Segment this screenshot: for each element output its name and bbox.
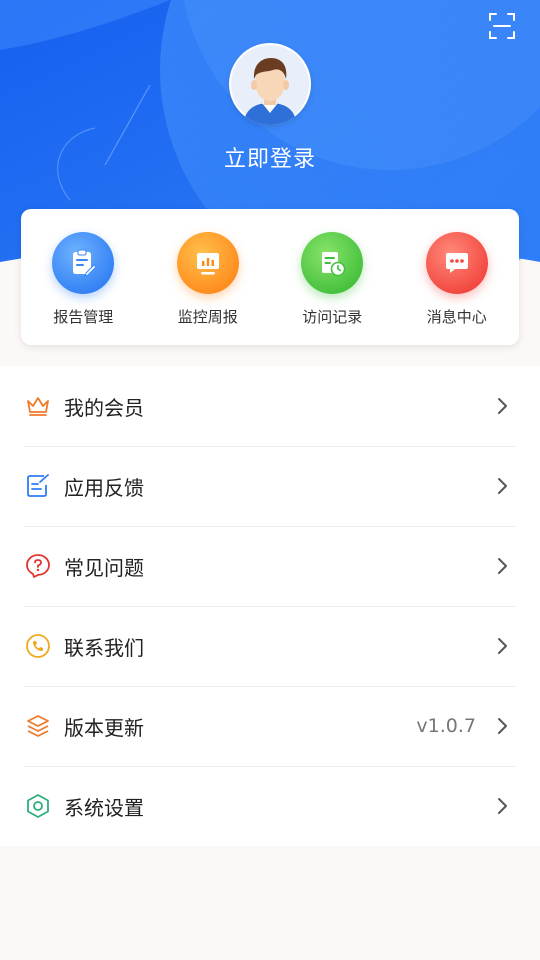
menu-item-label: 常见问题 — [64, 555, 144, 580]
quick-action-visit-records[interactable]: 访问记录 — [277, 209, 387, 345]
menu-item-label: 联系我们 — [64, 635, 144, 660]
scan-button[interactable] — [488, 12, 516, 40]
user-avatar-icon — [231, 45, 309, 125]
avatar[interactable] — [229, 43, 311, 125]
settings-menu: 我的会员 应用反馈 常见问题 联系我们 版本更新 v1.0.7 系统设置 — [0, 366, 540, 846]
question-bubble-icon — [25, 553, 51, 579]
quick-action-label: 消息中心 — [426, 308, 487, 326]
scan-icon — [489, 13, 515, 39]
menu-item-label: 系统设置 — [64, 795, 144, 820]
monitor-chart-icon — [196, 253, 219, 275]
chevron-right-icon — [498, 478, 507, 494]
menu-item-system-settings[interactable]: 系统设置 — [0, 766, 540, 846]
version-number: v1.0.7 — [416, 715, 476, 737]
edit-note-icon — [25, 473, 51, 499]
layers-icon — [25, 713, 51, 739]
login-link[interactable]: 立即登录 — [0, 141, 540, 173]
quick-icon-circle — [52, 232, 115, 294]
quick-icon-circle — [425, 232, 488, 294]
clipboard-edit-icon — [73, 249, 97, 277]
quick-action-label: 监控周报 — [177, 308, 238, 326]
menu-item-contact-us[interactable]: 联系我们 — [0, 606, 540, 686]
crown-icon — [25, 393, 51, 419]
menu-item-feedback[interactable]: 应用反馈 — [0, 446, 540, 526]
chevron-right-icon — [498, 558, 507, 574]
chevron-right-icon — [498, 718, 507, 734]
quick-action-report-management[interactable]: 报告管理 — [28, 209, 138, 345]
quick-action-label: 报告管理 — [53, 308, 114, 326]
quick-action-message-center[interactable]: 消息中心 — [402, 209, 512, 345]
menu-item-version-update[interactable]: 版本更新 v1.0.7 — [0, 686, 540, 766]
quick-icon-circle — [301, 232, 364, 294]
document-history-icon — [322, 252, 346, 277]
menu-item-label: 应用反馈 — [64, 475, 144, 500]
settings-hexagon-icon — [25, 793, 51, 819]
quick-action-label: 访问记录 — [302, 308, 363, 326]
menu-item-label: 版本更新 — [64, 715, 144, 740]
menu-item-label: 我的会员 — [64, 395, 144, 420]
quick-action-weekly-monitor[interactable]: 监控周报 — [153, 209, 263, 345]
menu-item-membership[interactable]: 我的会员 — [0, 366, 540, 446]
chevron-right-icon — [498, 638, 507, 654]
chevron-right-icon — [498, 798, 507, 814]
quick-actions-card: 报告管理 监控周报 访问记录 消息中心 — [21, 209, 519, 345]
chevron-right-icon — [498, 398, 507, 414]
quick-icon-circle — [176, 232, 239, 294]
chat-bubble-icon — [445, 253, 468, 273]
menu-item-faq[interactable]: 常见问题 — [0, 526, 540, 606]
phone-icon — [25, 633, 51, 659]
